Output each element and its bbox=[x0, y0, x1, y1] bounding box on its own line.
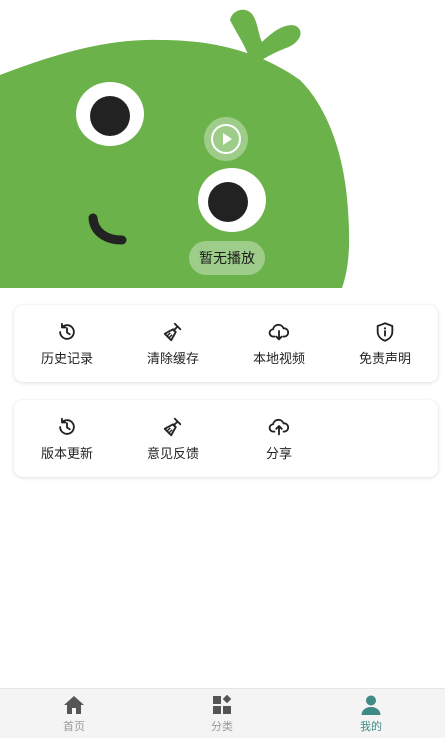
tab-category[interactable]: 分类 bbox=[148, 689, 296, 739]
tab-mine[interactable]: 我的 bbox=[297, 689, 445, 739]
menu-item-local-video[interactable]: 本地视频 bbox=[226, 305, 332, 382]
broom-icon bbox=[162, 416, 184, 438]
menu-item-label: 本地视频 bbox=[252, 351, 305, 367]
menu-card-secondary: 版本更新 意见反馈 分享 bbox=[14, 400, 438, 477]
menu-item-clear-cache[interactable]: 清除缓存 bbox=[120, 305, 226, 382]
menu-item-version-update[interactable]: 版本更新 bbox=[14, 400, 120, 477]
play-button[interactable] bbox=[204, 117, 248, 161]
profile-banner: 暂无播放 bbox=[0, 0, 445, 288]
category-icon bbox=[210, 694, 234, 716]
menu-item-label: 意见反馈 bbox=[146, 446, 199, 462]
menu-item-disclaimer[interactable]: 免责声明 bbox=[332, 305, 438, 382]
history-icon bbox=[56, 321, 78, 343]
no-playback-label: 暂无播放 bbox=[189, 241, 265, 275]
history-icon bbox=[56, 416, 78, 438]
menu-item-history[interactable]: 历史记录 bbox=[14, 305, 120, 382]
menu-item-label: 分享 bbox=[265, 446, 292, 462]
menu-item-label: 免责声明 bbox=[358, 351, 411, 367]
cloud-upload-icon bbox=[268, 416, 290, 438]
menu-item-label: 清除缓存 bbox=[146, 351, 199, 367]
shield-info-icon bbox=[374, 321, 396, 343]
menu-item-label: 历史记录 bbox=[40, 351, 93, 367]
menu-card-primary: 历史记录 清除缓存 本地视频 免责声明 bbox=[14, 305, 438, 382]
home-icon bbox=[62, 694, 86, 716]
user-icon bbox=[359, 694, 383, 716]
tab-label: 我的 bbox=[360, 720, 382, 733]
tab-home[interactable]: 首页 bbox=[0, 689, 148, 739]
tab-label: 分类 bbox=[211, 720, 233, 733]
menu-item-feedback[interactable]: 意见反馈 bbox=[120, 400, 226, 477]
broom-icon bbox=[162, 321, 184, 343]
bottom-tab-bar: 首页 分类 我的 bbox=[0, 688, 445, 738]
menu-item-label: 版本更新 bbox=[40, 446, 93, 462]
tab-label: 首页 bbox=[63, 720, 85, 733]
menu-item-share[interactable]: 分享 bbox=[226, 400, 332, 477]
play-circle-icon bbox=[211, 124, 241, 154]
cloud-download-icon bbox=[268, 321, 290, 343]
